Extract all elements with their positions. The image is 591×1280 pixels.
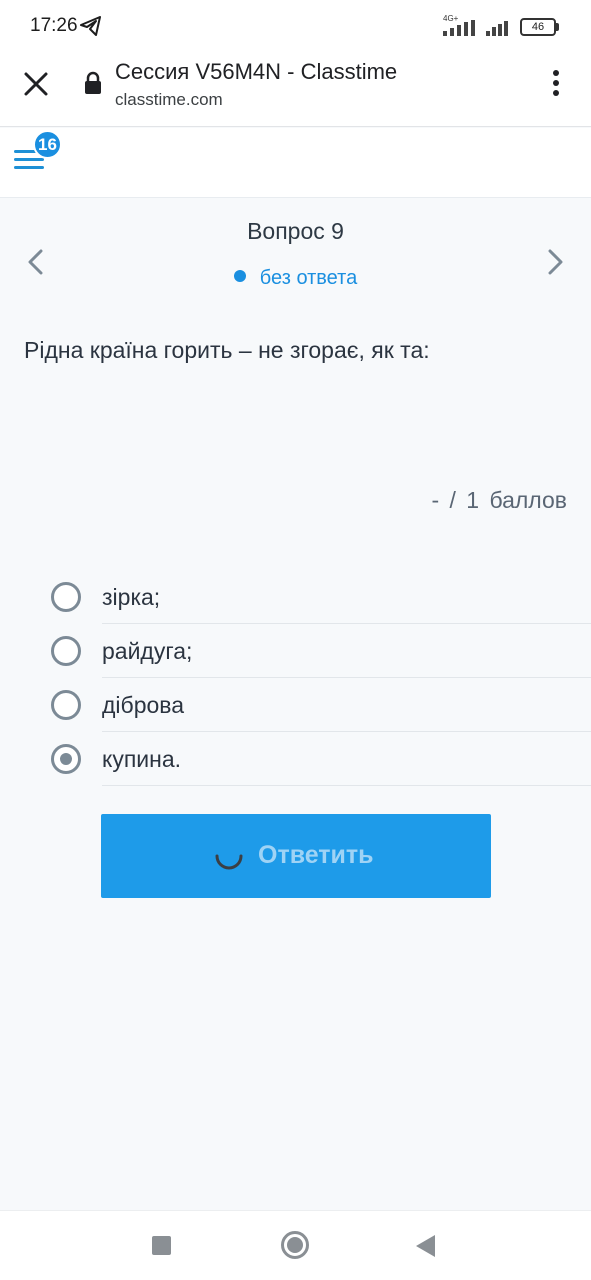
status-bar: 17:26 4G+ 46: [0, 0, 591, 52]
answer-status-label: без ответа: [259, 267, 358, 289]
submit-button-label: Ответить: [258, 841, 374, 869]
page-url[interactable]: classtime.com: [115, 90, 223, 110]
page-title: Сессия V56M4N - Classtime: [115, 59, 398, 84]
radio-button-selected[interactable]: [51, 744, 81, 774]
telegram-icon: [80, 16, 101, 36]
answer-option[interactable]: діброва: [0, 678, 591, 732]
question-text: Рідна країна горить – не згорає, як та:: [24, 337, 430, 363]
app-header: 16: [0, 128, 591, 198]
back-icon[interactable]: [416, 1235, 435, 1257]
signal-icon: [443, 20, 475, 36]
answer-option-label: купина.: [102, 746, 182, 772]
menu-icon-line: [14, 166, 44, 169]
radio-button[interactable]: [51, 636, 81, 666]
notification-badge: 16: [33, 130, 62, 159]
answer-option[interactable]: купина.: [0, 732, 591, 786]
home-icon[interactable]: [281, 1231, 309, 1259]
answer-option-label: діброва: [102, 692, 185, 718]
recent-apps-icon[interactable]: [152, 1236, 171, 1255]
score-label: - / 1 баллов: [431, 487, 567, 513]
answer-options: зірка; райдуга; діброва купина.: [0, 570, 591, 786]
system-nav-bar: [0, 1210, 591, 1280]
signal-icon-secondary: [486, 21, 508, 36]
status-time: 17:26: [30, 15, 78, 36]
lock-icon: [85, 71, 101, 94]
answer-option[interactable]: райдуга;: [0, 624, 591, 678]
radio-button[interactable]: [51, 690, 81, 720]
menu-icon-line: [14, 158, 44, 161]
close-icon[interactable]: [22, 70, 50, 98]
radio-button[interactable]: [51, 582, 81, 612]
status-dot: [233, 270, 246, 282]
question-title: Вопрос 9: [247, 218, 344, 244]
next-question-button[interactable]: [543, 248, 567, 276]
answer-option[interactable]: зірка;: [0, 570, 591, 624]
battery-tip: [556, 23, 559, 31]
browser-toolbar: Сессия V56M4N - Classtime classtime.com: [0, 52, 591, 127]
battery-icon: 46: [520, 18, 556, 36]
submit-answer-button[interactable]: Ответить: [101, 814, 491, 898]
answer-status: без ответа: [0, 267, 591, 290]
answer-option-label: зірка;: [102, 584, 161, 610]
answer-option-label: райдуга;: [102, 638, 193, 664]
loading-spinner-icon: [215, 854, 243, 870]
more-options-icon[interactable]: [546, 69, 566, 99]
divider: [102, 785, 591, 786]
battery-level: 46: [531, 21, 545, 33]
